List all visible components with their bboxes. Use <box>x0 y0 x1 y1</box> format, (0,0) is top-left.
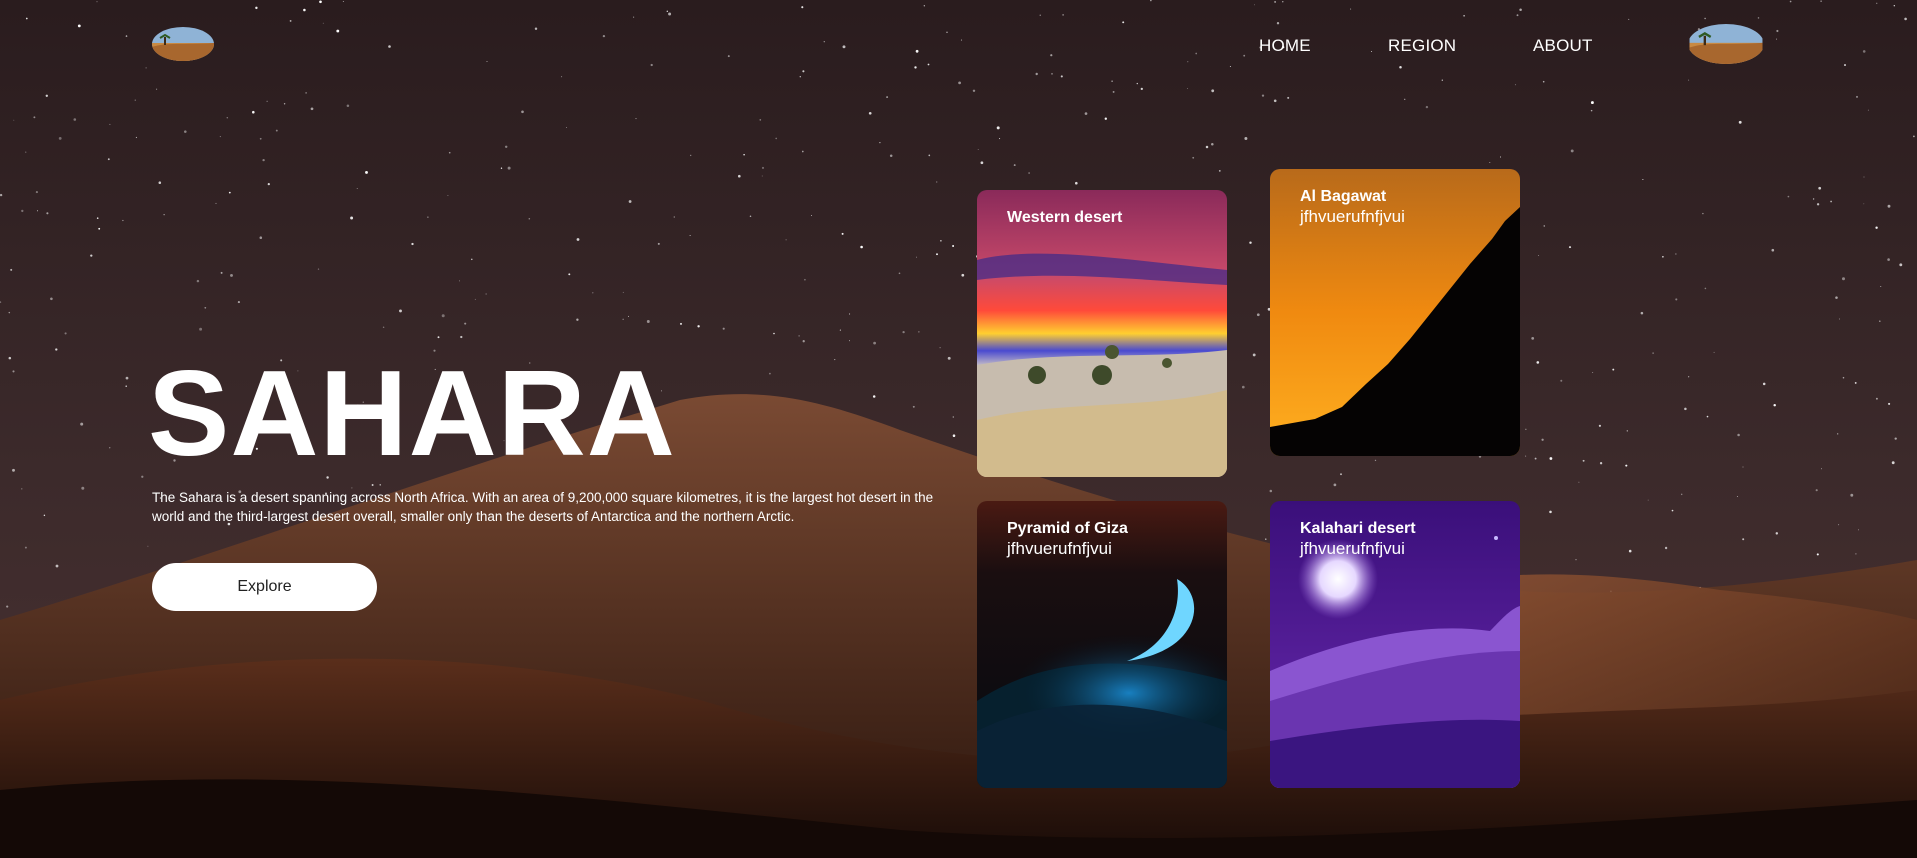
card-subtitle: jfhvuerufnfjvui <box>1300 207 1405 226</box>
card-al-bagawat[interactable]: Al Bagawat jfhvuerufnfjvui <box>1270 169 1520 456</box>
logo-left[interactable] <box>152 27 214 61</box>
card-kalahari-desert[interactable]: Kalahari desert jfhvuerufnfjvui <box>1270 501 1520 788</box>
card-title: Western desert <box>1007 209 1123 226</box>
card-title: Kalahari desert <box>1300 520 1416 537</box>
card-subtitle: jfhvuerufnfjvui <box>1300 539 1405 558</box>
nav-region-link[interactable]: REGION <box>1388 36 1456 56</box>
card-western-desert[interactable]: Western desert <box>977 190 1227 477</box>
hero-title: SAHARA <box>148 345 676 481</box>
nav-about-link[interactable]: ABOUT <box>1533 36 1593 56</box>
logo-right[interactable] <box>1688 24 1764 64</box>
card-subtitle: jfhvuerufnfjvui <box>1007 539 1112 558</box>
card-pyramid-of-giza[interactable]: Pyramid of Giza jfhvuerufnfjvui <box>977 501 1227 788</box>
card-title: Al Bagawat <box>1300 188 1387 205</box>
nav-home-link[interactable]: HOME <box>1259 36 1311 56</box>
desert-logo-icon <box>152 27 214 61</box>
western-desert-image <box>977 190 1227 477</box>
card-title: Pyramid of Giza <box>1007 520 1128 537</box>
hero-description: The Sahara is a desert spanning across N… <box>152 490 934 524</box>
explore-button[interactable]: Explore <box>152 563 377 611</box>
desert-logo-icon <box>1689 24 1763 64</box>
